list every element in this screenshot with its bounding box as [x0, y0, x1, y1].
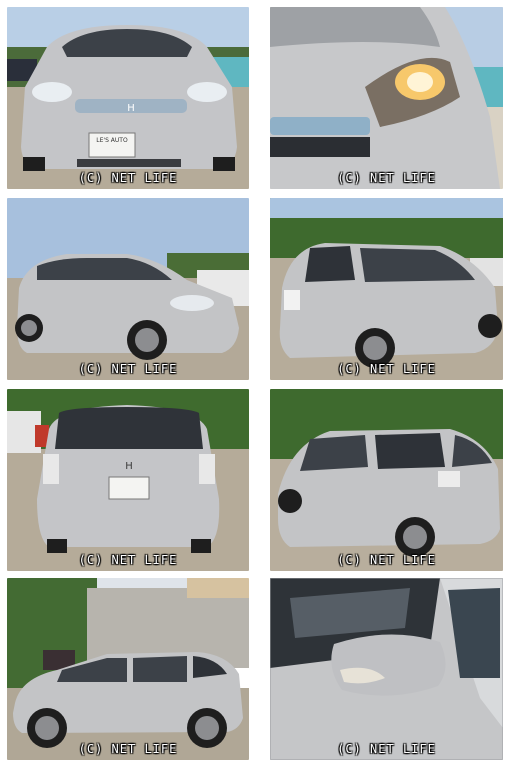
- svg-text:H: H: [127, 103, 135, 114]
- photo-rear-image: H: [7, 389, 249, 571]
- photo-side-profile-image: [7, 578, 249, 760]
- photo-rear-side[interactable]: (C) NET LIFE: [270, 389, 503, 571]
- photo-rear-three-quarter[interactable]: (C) NET LIFE: [270, 198, 503, 380]
- svg-text:H: H: [125, 461, 133, 472]
- photo-mirror-image: [270, 578, 503, 760]
- photo-front[interactable]: H LE'S AUTO (C) NET LIFE: [7, 7, 249, 189]
- photo-rear-side-image: [270, 389, 503, 571]
- watermark: (C) NET LIFE: [337, 742, 436, 756]
- license-plate-text: LE'S AUTO: [96, 137, 128, 144]
- photo-front-three-quarter-image: [7, 198, 249, 380]
- photo-mirror-closeup[interactable]: (C) NET LIFE: [270, 578, 503, 760]
- watermark: (C) NET LIFE: [78, 171, 178, 185]
- watermark: (C) NET LIFE: [78, 362, 178, 376]
- photo-gallery: H LE'S AUTO (C) NET LIFE (C) NET LIFE (C…: [0, 0, 508, 761]
- watermark: (C) NET LIFE: [78, 553, 178, 567]
- photo-headlight-image: [270, 7, 503, 189]
- photo-front-image: H: [7, 7, 249, 189]
- photo-rear[interactable]: H (C) NET LIFE: [7, 389, 249, 571]
- watermark: (C) NET LIFE: [78, 742, 178, 756]
- photo-front-three-quarter[interactable]: (C) NET LIFE: [7, 198, 249, 380]
- photo-side-profile[interactable]: (C) NET LIFE: [7, 578, 249, 760]
- watermark: (C) NET LIFE: [337, 362, 436, 376]
- photo-rear-three-quarter-image: [270, 198, 503, 380]
- watermark: (C) NET LIFE: [337, 553, 436, 567]
- photo-headlight-closeup[interactable]: (C) NET LIFE: [270, 7, 503, 189]
- watermark: (C) NET LIFE: [337, 171, 436, 185]
